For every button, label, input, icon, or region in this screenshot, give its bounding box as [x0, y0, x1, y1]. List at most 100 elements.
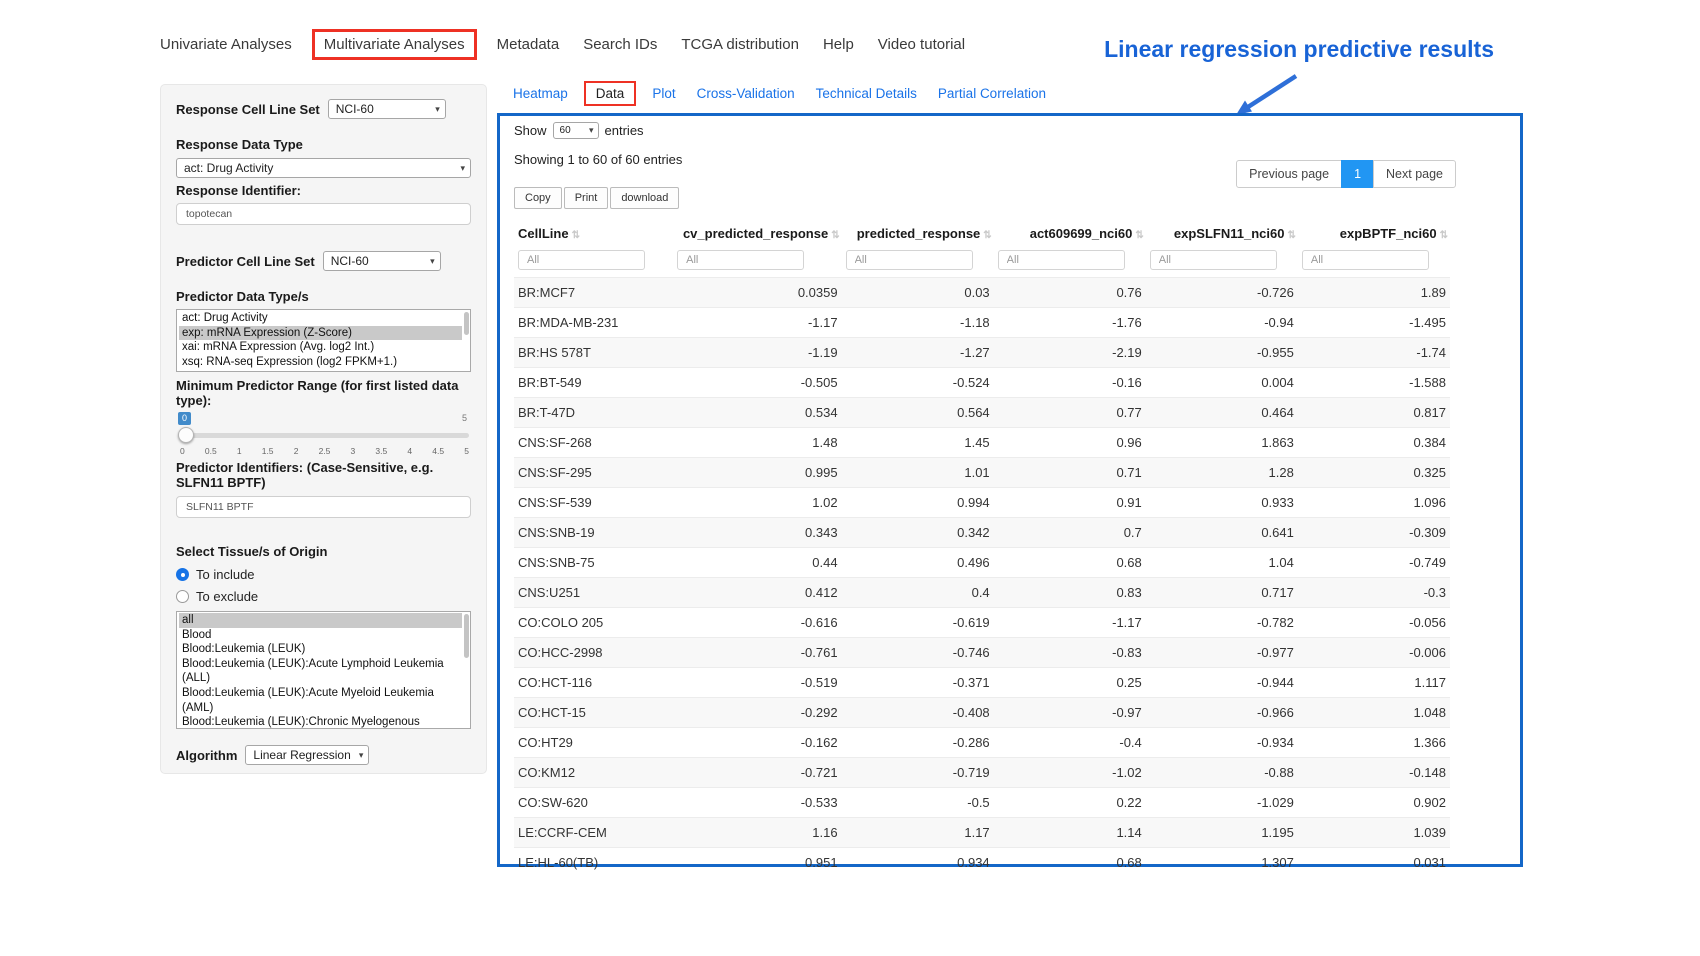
sort-icon[interactable]: ⇅ [1135, 230, 1141, 241]
nav-item-search-ids[interactable]: Search IDs [583, 36, 657, 53]
slider-value-badge: 0 [178, 412, 191, 425]
sort-icon[interactable]: ⇅ [572, 230, 578, 241]
tab-heatmap[interactable]: Heatmap [513, 86, 568, 101]
column-header-predicted-response[interactable]: predicted_response⇅ [842, 217, 994, 249]
cell-value: 1.48 [673, 428, 841, 458]
response-cell-line-set-select[interactable]: NCI-60 ▾ [328, 99, 446, 119]
predictor-data-type-option-act-drug-activity[interactable]: act: Drug Activity [179, 311, 462, 326]
table-row: LE:CCRF-CEM1.161.171.141.1951.039 [514, 818, 1450, 848]
cell-value: 0.91 [994, 488, 1146, 518]
response-identifier-input[interactable] [176, 203, 471, 225]
cell-value: -0.162 [673, 728, 841, 758]
tissue-exclude-radio[interactable]: To exclude [176, 589, 471, 604]
slider-tick-label: 4 [407, 446, 412, 456]
tissue-option-blood-leukemia-leuk-acute-myeloid-leukem[interactable]: Blood:Leukemia (LEUK):Acute Myeloid Leuk… [179, 686, 462, 715]
cell-line-name: CO:KM12 [514, 758, 673, 788]
next-page-button[interactable]: Next page [1373, 160, 1456, 188]
column-header-cv-predicted-response[interactable]: cv_predicted_response⇅ [673, 217, 841, 249]
filter-input-predicted-response[interactable] [846, 250, 973, 270]
cell-value: -0.934 [1146, 728, 1298, 758]
tab-data[interactable]: Data [584, 81, 637, 106]
slider-handle[interactable] [178, 427, 194, 443]
table-body: BR:MCF70.03590.030.76-0.7261.89BR:MDA-MB… [514, 278, 1450, 878]
min-predictor-range-label: Minimum Predictor Range (for first liste… [176, 378, 471, 408]
cell-value: 0.641 [1146, 518, 1298, 548]
algorithm-select[interactable]: Linear Regression ▾ [245, 745, 369, 765]
cell-line-name: CNS:SNB-19 [514, 518, 673, 548]
tissue-option-blood-leukemia-leuk-acute-lymphoid-leuke[interactable]: Blood:Leukemia (LEUK):Acute Lymphoid Leu… [179, 657, 462, 686]
cell-value: 0.995 [673, 458, 841, 488]
cell-value: -1.27 [842, 338, 994, 368]
cell-value: -0.5 [842, 788, 994, 818]
cell-value: 0.384 [1298, 428, 1450, 458]
filter-input-cv-predicted-response[interactable] [677, 250, 804, 270]
cell-value: -0.408 [842, 698, 994, 728]
previous-page-button[interactable]: Previous page [1236, 160, 1342, 188]
tissue-option-blood[interactable]: Blood [179, 628, 462, 643]
predictor-data-type-option-exp-mrna-expression-z-score[interactable]: exp: mRNA Expression (Z-Score) [179, 326, 462, 341]
cell-line-name: CNS:U251 [514, 578, 673, 608]
tissue-option-blood-leukemia-leuk-chronic-myelogenous-[interactable]: Blood:Leukemia (LEUK):Chronic Myelogenou… [179, 715, 462, 729]
algorithm-value: Linear Regression [253, 748, 350, 762]
predictor-cell-line-set-select[interactable]: NCI-60 ▾ [323, 251, 441, 271]
tissue-option-all[interactable]: all [179, 613, 462, 628]
table-row: CO:COLO 205-0.616-0.619-1.17-0.782-0.056 [514, 608, 1450, 638]
results-table: CellLine⇅cv_predicted_response⇅predicted… [514, 217, 1450, 877]
cell-value: -0.533 [673, 788, 841, 818]
filter-input-expslfn11-nci60[interactable] [1150, 250, 1277, 270]
table-row: CNS:SNB-750.440.4960.681.04-0.749 [514, 548, 1450, 578]
copy-button[interactable]: Copy [514, 187, 562, 209]
sort-icon[interactable]: ⇅ [1287, 230, 1293, 241]
cell-value: -0.97 [994, 698, 1146, 728]
nav-item-video-tutorial[interactable]: Video tutorial [878, 36, 965, 53]
table-row: BR:BT-549-0.505-0.524-0.160.004-1.588 [514, 368, 1450, 398]
cell-value: 0.564 [842, 398, 994, 428]
chevron-down-icon: ▾ [589, 125, 594, 136]
cell-value: -0.519 [673, 668, 841, 698]
tissue-list[interactable]: allBloodBlood:Leukemia (LEUK)Blood:Leuke… [176, 611, 471, 729]
print-button[interactable]: Print [564, 187, 609, 209]
nav-item-univariate-analyses[interactable]: Univariate Analyses [160, 36, 292, 53]
column-header-act609699-nci60[interactable]: act609699_nci60⇅ [994, 217, 1146, 249]
tab-plot[interactable]: Plot [652, 86, 675, 101]
cell-value: -0.94 [1146, 308, 1298, 338]
table-row: LE:HL-60(TB)0.9510.9340.681.3070.031 [514, 848, 1450, 878]
cell-value: 1.04 [1146, 548, 1298, 578]
nav-item-multivariate-analyses[interactable]: Multivariate Analyses [312, 29, 477, 60]
min-range-slider[interactable]: 0 5 00.511.522.533.544.55 [178, 416, 469, 460]
tissue-include-radio[interactable]: To include [176, 567, 471, 582]
cell-value: 0.004 [1146, 368, 1298, 398]
cell-line-name: BR:MDA-MB-231 [514, 308, 673, 338]
nav-item-tcga-distribution[interactable]: TCGA distribution [681, 36, 799, 53]
filter-input-expbptf-nci60[interactable] [1302, 250, 1429, 270]
predictor-identifiers-input[interactable] [176, 496, 471, 518]
column-header-expbptf-nci60[interactable]: expBPTF_nci60⇅ [1298, 217, 1450, 249]
column-header-expslfn11-nci60[interactable]: expSLFN11_nci60⇅ [1146, 217, 1298, 249]
tissue-option-blood-leukemia-leuk[interactable]: Blood:Leukemia (LEUK) [179, 642, 462, 657]
cell-value: 0.03 [842, 278, 994, 308]
sort-icon[interactable]: ⇅ [983, 230, 989, 241]
tab-cross-validation[interactable]: Cross-Validation [697, 86, 795, 101]
filter-input-act609699-nci60[interactable] [998, 250, 1125, 270]
cell-value: 0.951 [673, 848, 841, 878]
sort-icon[interactable]: ⇅ [831, 230, 837, 241]
cell-value: 1.117 [1298, 668, 1450, 698]
current-page-button[interactable]: 1 [1341, 160, 1374, 188]
tab-technical-details[interactable]: Technical Details [816, 86, 917, 101]
sort-icon[interactable]: ⇅ [1440, 230, 1446, 241]
nav-item-help[interactable]: Help [823, 36, 854, 53]
response-data-type-select[interactable]: act: Drug Activity ▾ [176, 158, 471, 178]
slider-tick-label: 4.5 [432, 446, 444, 456]
nav-item-metadata[interactable]: Metadata [497, 36, 560, 53]
predictor-data-type-list[interactable]: act: Drug Activityexp: mRNA Expression (… [176, 309, 471, 372]
download-button[interactable]: download [610, 187, 679, 209]
predictor-data-type-option-xsq-rna-seq-expression-log2-fpkm-1[interactable]: xsq: RNA-seq Expression (log2 FPKM+1.) [179, 355, 462, 370]
tab-partial-correlation[interactable]: Partial Correlation [938, 86, 1046, 101]
predictor-data-type-option-xai-mrna-expression-avg-log2-int[interactable]: xai: mRNA Expression (Avg. log2 Int.) [179, 340, 462, 355]
cell-value: 0.934 [842, 848, 994, 878]
filter-input-cellline[interactable] [518, 250, 645, 270]
column-header-cellline[interactable]: CellLine⇅ [514, 217, 673, 249]
entries-select[interactable]: 60 ▾ [553, 122, 599, 139]
response-cell-line-set-label: Response Cell Line Set [176, 102, 320, 117]
predictor-cell-line-set-label: Predictor Cell Line Set [176, 254, 315, 269]
